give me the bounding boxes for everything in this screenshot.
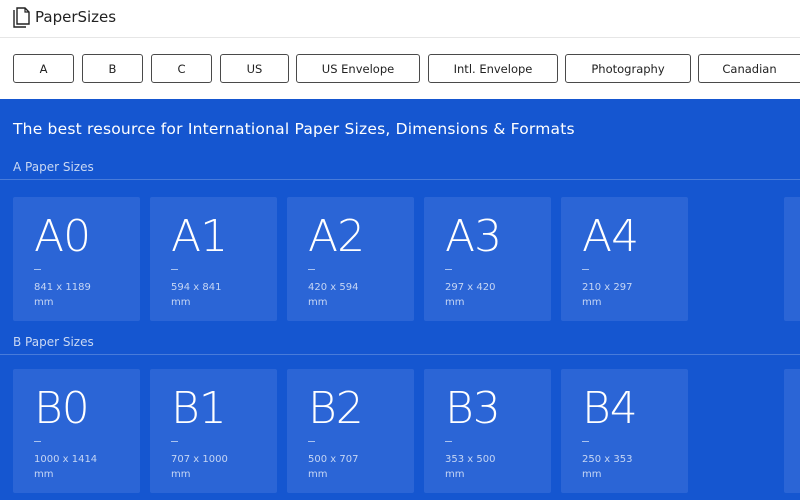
- divider-dash: [171, 269, 178, 270]
- size-name: A0: [34, 211, 91, 262]
- size-name: A3: [445, 211, 502, 262]
- tab-canadian[interactable]: Canadian: [698, 54, 800, 83]
- tab-intl-envelope[interactable]: Intl. Envelope: [428, 54, 558, 83]
- size-card-a1[interactable]: A1 594 x 841 mm: [150, 197, 277, 321]
- divider-dash: [582, 269, 589, 270]
- size-unit: mm: [582, 469, 602, 480]
- size-dimensions: 1000 x 1414: [34, 454, 98, 465]
- size-card-a3[interactable]: A3 297 x 420 mm: [424, 197, 551, 321]
- divider-dash: [34, 269, 41, 270]
- section-title-a: A Paper Sizes: [13, 160, 94, 174]
- size-card-b4[interactable]: B4 250 x 353 mm: [561, 369, 688, 493]
- size-name: B3: [445, 383, 501, 434]
- tab-b[interactable]: B: [82, 54, 143, 83]
- size-name: B2: [308, 383, 364, 434]
- divider-dash: [445, 441, 452, 442]
- size-unit: mm: [34, 469, 54, 480]
- size-name: A2: [308, 211, 365, 262]
- tab-photography[interactable]: Photography: [565, 54, 691, 83]
- size-unit: mm: [582, 297, 602, 308]
- size-card-b2[interactable]: B2 500 x 707 mm: [287, 369, 414, 493]
- size-card-a2[interactable]: A2 420 x 594 mm: [287, 197, 414, 321]
- size-card-b3[interactable]: B3 353 x 500 mm: [424, 369, 551, 493]
- top-header: PaperSizes: [0, 0, 800, 38]
- hero-heading: The best resource for International Pape…: [13, 120, 575, 138]
- divider-dash: [582, 441, 589, 442]
- size-dimensions: 250 x 353: [582, 454, 633, 465]
- divider-dash: [171, 441, 178, 442]
- document-pages-icon[interactable]: [13, 7, 31, 29]
- tab-us-envelope[interactable]: US Envelope: [296, 54, 420, 83]
- size-card-a4[interactable]: A4 210 x 297 mm: [561, 197, 688, 321]
- size-card-b1[interactable]: B1 707 x 1000 mm: [150, 369, 277, 493]
- size-name: B0: [34, 383, 90, 434]
- tab-a[interactable]: A: [13, 54, 74, 83]
- section-header-a: A Paper Sizes: [0, 160, 800, 180]
- divider-dash: [445, 269, 452, 270]
- size-unit: mm: [445, 469, 465, 480]
- size-card-a0[interactable]: A0 841 x 1189 mm: [13, 197, 140, 321]
- tab-c[interactable]: C: [151, 54, 212, 83]
- size-unit: mm: [34, 297, 54, 308]
- brand-name[interactable]: PaperSizes: [35, 8, 116, 26]
- size-name: A4: [582, 211, 639, 262]
- tab-us[interactable]: US: [220, 54, 289, 83]
- divider-dash: [308, 441, 315, 442]
- size-name: A1: [171, 211, 228, 262]
- section-header-b: B Paper Sizes: [0, 335, 800, 355]
- size-dimensions: 210 x 297: [582, 282, 633, 293]
- size-name: B1: [171, 383, 227, 434]
- size-dimensions: 707 x 1000: [171, 454, 228, 465]
- size-unit: mm: [171, 297, 191, 308]
- size-dimensions: 500 x 707: [308, 454, 359, 465]
- divider-dash: [34, 441, 41, 442]
- size-dimensions: 594 x 841: [171, 282, 222, 293]
- size-name: B4: [582, 383, 638, 434]
- size-dimensions: 841 x 1189: [34, 282, 91, 293]
- section-title-b: B Paper Sizes: [13, 335, 94, 349]
- size-unit: mm: [445, 297, 465, 308]
- size-card-b0[interactable]: B0 1000 x 1414 mm: [13, 369, 140, 493]
- size-unit: mm: [308, 469, 328, 480]
- size-dimensions: 297 x 420: [445, 282, 496, 293]
- size-dimensions: 420 x 594: [308, 282, 359, 293]
- category-tab-bar: A B C US US Envelope Intl. Envelope Phot…: [0, 38, 800, 99]
- size-dimensions: 353 x 500: [445, 454, 496, 465]
- size-unit: mm: [308, 297, 328, 308]
- size-unit: mm: [171, 469, 191, 480]
- size-card-partial[interactable]: [784, 197, 800, 321]
- size-card-partial[interactable]: [784, 369, 800, 493]
- divider-dash: [308, 269, 315, 270]
